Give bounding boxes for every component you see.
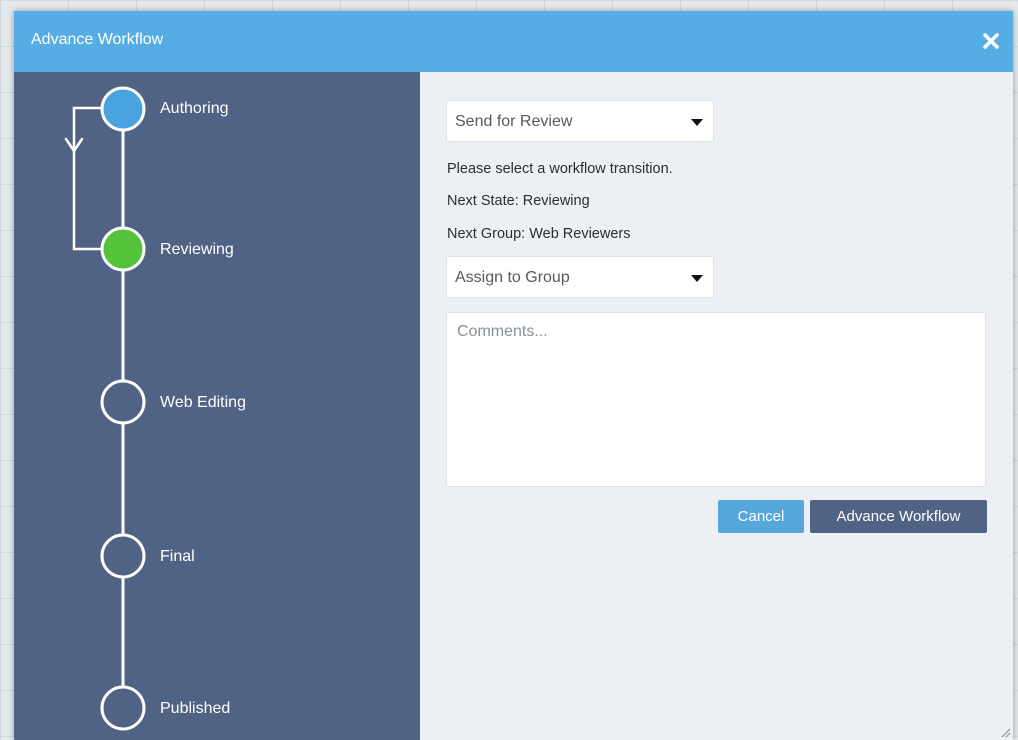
transition-select[interactable]: Send for Review [446,100,714,142]
next-group-text: Next Group: Web Reviewers [447,226,631,242]
state-node-authoring [100,86,146,132]
state-node-reviewing [100,226,146,272]
close-button[interactable] [979,29,1003,53]
group-select-value: Assign to Group [455,269,570,286]
state-node-web-editing [100,379,146,425]
state-label-published: Published [160,700,231,717]
advance-workflow-button[interactable]: Advance Workflow [810,500,987,533]
modal-title: Advance Workflow [31,31,164,48]
close-icon [983,33,999,49]
advance-workflow-modal: Advance Workflow Authoring Reviewing Web… [14,11,1013,740]
state-node-published [100,685,146,731]
return-transition-path [72,106,109,251]
modal-header: Advance Workflow [14,11,1013,72]
caret-down-icon [691,275,703,282]
resize-grip-icon[interactable] [999,726,1011,738]
transition-form-panel: Send for Review Please select a workflow… [420,72,1013,740]
state-label-final: Final [160,548,195,565]
state-label-web-editing: Web Editing [160,394,246,411]
transition-hint: Please select a workflow transition. [447,161,673,177]
next-state-text: Next State: Reviewing [447,193,590,209]
cancel-button[interactable]: Cancel [718,500,804,533]
comments-textarea[interactable] [446,312,986,487]
transition-select-value: Send for Review [455,113,573,130]
state-label-authoring: Authoring [160,100,229,117]
state-label-reviewing: Reviewing [160,241,234,258]
state-node-final [100,533,146,579]
group-select[interactable]: Assign to Group [446,256,714,298]
caret-down-icon [691,119,703,126]
workflow-states-panel: Authoring Reviewing Web Editing Final Pu… [14,72,420,740]
